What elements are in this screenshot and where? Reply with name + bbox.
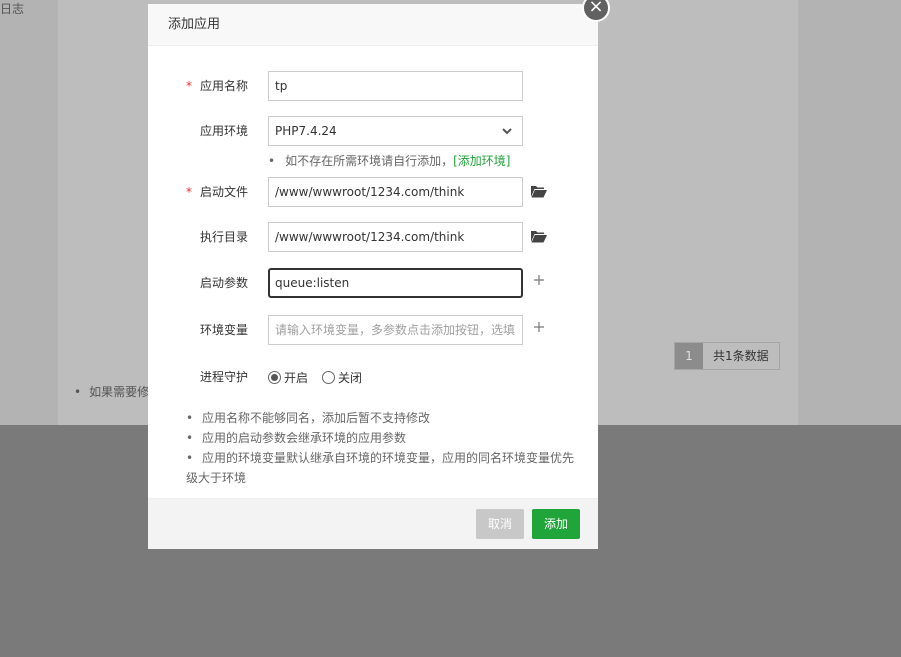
daemon-row: 进程守护 开启 关闭 [148, 362, 598, 392]
env-vars-input[interactable]: 请输入环境变量，多参数点击添加按钮，选填 [268, 315, 523, 345]
note-item: 应用的环境变量默认继承自环境的环境变量，应用的同名环境变量优先级大于环境 [186, 448, 581, 488]
env-hint: 如不存在所需环境请自行添加，[添加环境] [268, 152, 510, 169]
app-env-select[interactable]: PHP7.4.24 [268, 116, 523, 146]
background-log-label: 日志 [0, 2, 25, 16]
env-vars-label: 环境变量 [199, 323, 248, 337]
app-name-label: * 应用名称 [185, 79, 248, 93]
add-env-link[interactable]: [添加环境] [453, 154, 510, 168]
cancel-button[interactable]: 取消 [476, 509, 524, 539]
start-file-row: * 启动文件 /www/wwwroot/1234.com/think [148, 177, 598, 207]
page-total: 共1条数据 [703, 343, 779, 369]
daemon-off-radio[interactable]: 关闭 [322, 369, 362, 386]
note-item: 应用名称不能够同名，添加后暂不支持修改 [186, 408, 581, 428]
radio-unchecked-icon [322, 370, 336, 384]
chevron-down-icon [502, 128, 512, 135]
background-note: 如果需要修 [74, 383, 149, 400]
app-name-input[interactable]: tp [268, 71, 523, 101]
exec-dir-label: 执行目录 [199, 230, 248, 244]
notes-list: 应用名称不能够同名，添加后暂不支持修改 应用的启动参数会继承环境的应用参数 应用… [186, 408, 581, 488]
app-env-label: 应用环境 [199, 124, 248, 138]
daemon-radio-group: 开启 关闭 [268, 362, 376, 392]
required-mark: * [185, 79, 192, 93]
pagination: 1 共1条数据 [674, 342, 780, 370]
folder-open-icon[interactable] [531, 230, 547, 243]
add-button[interactable]: 添加 [532, 509, 580, 539]
app-env-row: 应用环境 PHP7.4.24 [148, 116, 598, 146]
daemon-label: 进程守护 [199, 370, 248, 384]
required-mark: * [185, 185, 192, 199]
start-params-row: 启动参数 queue:listen [148, 268, 598, 298]
add-app-dialog: 添加应用 *应用名称 tp 应用环境 PHP7.4.24 如不存在所需环境请自行… [148, 4, 598, 549]
start-file-input[interactable]: /www/wwwroot/1234.com/think [268, 177, 523, 207]
app-env-value: PHP7.4.24 [275, 124, 337, 138]
folder-open-icon[interactable] [531, 185, 547, 198]
start-params-input[interactable]: queue:listen [268, 268, 523, 298]
daemon-on-radio[interactable]: 开启 [268, 369, 308, 386]
page-number[interactable]: 1 [675, 343, 703, 369]
dialog-title: 添加应用 [148, 4, 598, 46]
plus-icon[interactable] [533, 274, 545, 286]
start-params-label: 启动参数 [199, 276, 248, 290]
close-icon: × [588, 0, 604, 17]
exec-dir-input[interactable]: /www/wwwroot/1234.com/think [268, 222, 523, 252]
note-item: 应用的启动参数会继承环境的应用参数 [186, 428, 581, 448]
dialog-footer: 取消 添加 [148, 498, 598, 549]
plus-icon[interactable] [533, 321, 545, 333]
env-vars-row: 环境变量 请输入环境变量，多参数点击添加按钮，选填 [148, 315, 598, 345]
app-name-row: * 应用名称 tp [148, 71, 598, 101]
radio-checked-icon [268, 370, 281, 384]
exec-dir-row: 执行目录 /www/wwwroot/1234.com/think [148, 222, 598, 252]
start-file-label: * 启动文件 [185, 185, 248, 199]
